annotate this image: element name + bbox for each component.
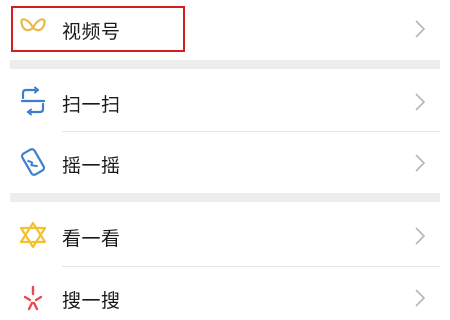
chevron-right-icon — [414, 153, 426, 173]
shake-icon — [18, 147, 48, 177]
menu-item-label: 搜一搜 — [62, 290, 121, 312]
scan-icon — [18, 86, 48, 116]
discover-menu: 视频号 扫一扫 摇一摇 看一看 搜一搜 — [0, 0, 450, 320]
section-gap — [10, 193, 440, 202]
menu-item-top-stories[interactable]: 看一看 — [10, 202, 440, 266]
menu-item-shake[interactable]: 摇一摇 — [10, 132, 440, 192]
top-stories-icon — [18, 220, 48, 250]
channels-butterfly-icon — [18, 13, 48, 43]
search-sparkle-icon — [18, 283, 48, 313]
menu-item-label: 看一看 — [62, 228, 121, 250]
section-gap — [10, 60, 440, 69]
chevron-right-icon — [414, 226, 426, 246]
menu-item-label: 视频号 — [62, 21, 121, 43]
menu-item-label: 扫一扫 — [62, 94, 121, 116]
menu-item-search[interactable]: 搜一搜 — [10, 267, 440, 320]
chevron-right-icon — [414, 19, 426, 39]
menu-item-label: 摇一摇 — [62, 155, 121, 177]
menu-item-scan[interactable]: 扫一扫 — [10, 69, 440, 131]
chevron-right-icon — [414, 92, 426, 112]
chevron-right-icon — [414, 288, 426, 308]
menu-item-channels[interactable]: 视频号 — [10, 0, 440, 58]
